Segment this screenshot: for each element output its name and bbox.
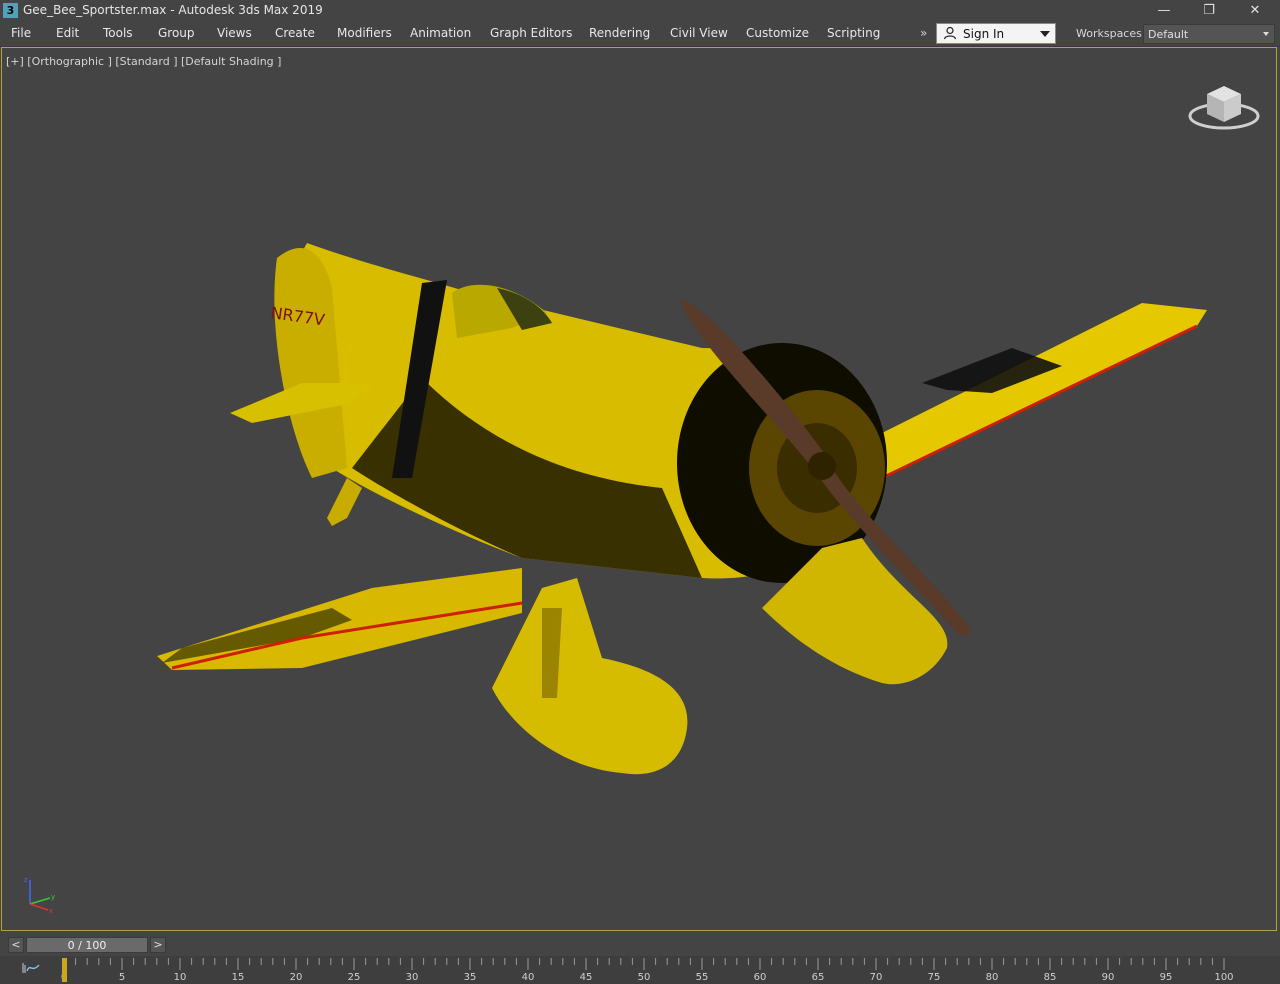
ruler-label: 65 [812,972,825,983]
restore-button[interactable]: ❐ [1186,0,1232,22]
window-title: Gee_Bee_Sportster.max - Autodesk 3ds Max… [23,3,323,17]
menu-edit[interactable]: Edit [56,26,79,40]
ruler-label: 35 [464,972,477,983]
perspective-viewport[interactable]: NR77V [+] [Orthographic ] [Standard ] [D… [1,47,1277,931]
workspaces-value: Default [1148,28,1189,41]
ruler-label: 60 [754,972,767,983]
ruler-label: 95 [1160,972,1173,983]
svg-text:x: x [49,907,53,914]
ruler-label: 75 [928,972,941,983]
track-bar[interactable]: 0510152025303540455055606570758085909510… [0,956,1280,984]
menu-views[interactable]: Views [217,26,252,40]
ruler-label: 10 [174,972,187,983]
chevron-down-icon [1263,32,1269,36]
menu-scripting[interactable]: Scripting [827,26,880,40]
ruler-label: 5 [119,972,125,983]
menu-file[interactable]: File [11,26,31,40]
aircraft-model[interactable]: NR77V [2,48,1277,931]
ruler-label: 55 [696,972,709,983]
curve-editor-icon[interactable] [22,961,40,975]
menu-rendering[interactable]: Rendering [589,26,650,40]
frame-ruler[interactable]: 0510152025303540455055606570758085909510… [58,956,1280,984]
app-logo-icon: 3 [3,3,18,18]
time-slider-text: 0 / 100 [67,939,107,952]
minimize-button[interactable]: — [1141,0,1187,22]
ruler-label: 20 [290,972,303,983]
chevron-down-icon [1040,31,1050,37]
menu-civil-view[interactable]: Civil View [670,26,728,40]
ruler-label: 90 [1102,972,1115,983]
ruler-label: 70 [870,972,883,983]
menu-overflow-icon[interactable]: » [920,26,927,40]
viewport-label[interactable]: [+] [Orthographic ] [Standard ] [Default… [6,55,281,68]
ruler-label: 50 [638,972,651,983]
menu-modifiers[interactable]: Modifiers [337,26,392,40]
ruler-label: 45 [580,972,593,983]
ruler-label: 30 [406,972,419,983]
svg-text:z: z [24,876,28,884]
menu-customize[interactable]: Customize [746,26,809,40]
sign-in-dropdown[interactable]: Sign In [936,23,1056,44]
menu-group[interactable]: Group [158,26,195,40]
svg-text:y: y [51,893,55,901]
time-controls: < 0 / 100 > 0510152025303540455055606570… [0,932,1280,984]
menu-graph-editors[interactable]: Graph Editors [490,26,572,40]
workspaces-label: Workspaces: [1076,27,1146,40]
user-icon [943,26,957,40]
close-button[interactable]: ✕ [1232,0,1278,22]
next-frame-button[interactable]: > [150,937,166,953]
axis-tripod-icon: z y x [24,876,55,914]
previous-frame-button[interactable]: < [8,937,24,953]
ruler-label: 25 [348,972,361,983]
ruler-label: 15 [232,972,245,983]
workspaces-select[interactable]: Default [1143,24,1275,44]
viewcube-icon[interactable] [1187,80,1261,140]
ruler-label: 80 [986,972,999,983]
title-bar: 3 Gee_Bee_Sportster.max - Autodesk 3ds M… [0,0,1280,22]
menu-animation[interactable]: Animation [410,26,471,40]
current-frame-marker[interactable] [62,958,67,982]
ruler-label: 40 [522,972,535,983]
time-slider[interactable]: 0 / 100 [26,937,148,953]
ruler-label: 100 [1214,972,1233,983]
menu-create[interactable]: Create [275,26,315,40]
ruler-label: 85 [1044,972,1057,983]
menu-tools[interactable]: Tools [103,26,133,40]
sign-in-label: Sign In [963,27,1005,41]
